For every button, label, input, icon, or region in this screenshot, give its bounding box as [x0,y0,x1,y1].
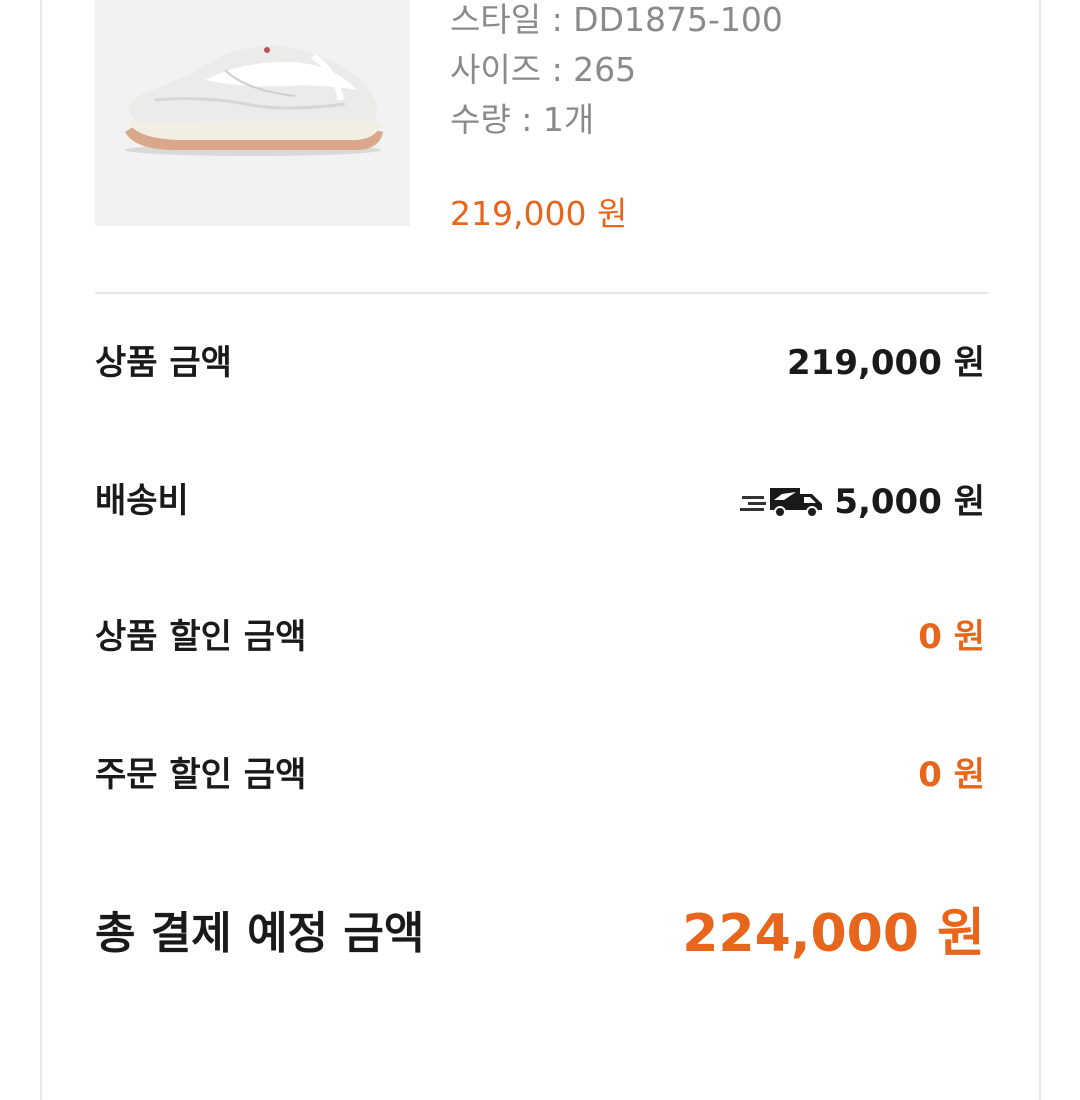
total-payment-value: 224,000 원 [682,904,985,964]
shipping-fee-label: 배송비 [95,481,189,521]
order-discount-label: 주문 할인 금액 [95,755,307,795]
product-discount-label: 상품 할인 금액 [95,617,307,657]
product-quantity: 수량 : 1개 [450,100,595,139]
product-amount-label: 상품 금액 [95,343,232,383]
product-discount-value: 0 원 [918,617,985,657]
product-image[interactable] [95,0,410,226]
shipping-fee-value: 5,000 원 [834,482,985,522]
shipping-fee: 5,000 원 [740,482,985,522]
section-divider [95,292,988,294]
order-discount-value: 0 원 [918,755,985,795]
total-payment-label: 총 결제 예정 금액 [95,908,425,959]
product-amount-value: 219,000 원 [787,343,985,383]
product-price: 219,000 원 [450,194,628,233]
product-style: 스타일 : DD1875-100 [450,0,783,39]
sneaker-image [95,0,410,226]
delivery-truck-icon [740,482,826,522]
product-size: 사이즈 : 265 [450,50,637,89]
